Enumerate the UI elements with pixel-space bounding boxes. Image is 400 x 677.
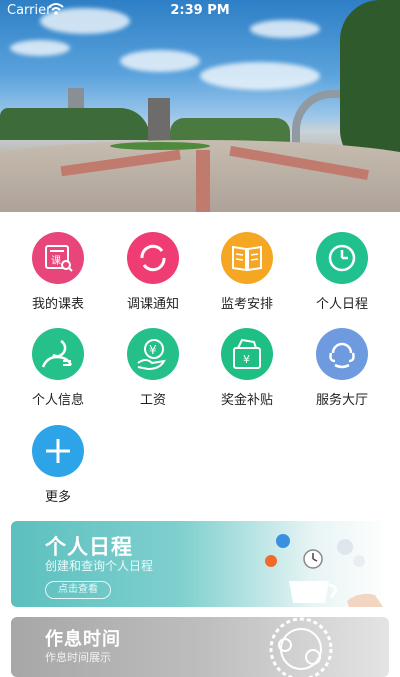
menu-item-salary[interactable]: ¥ 工资 bbox=[103, 328, 203, 408]
clock-time: 2:39 PM bbox=[170, 3, 230, 18]
rest-time-banner[interactable]: 作息时间 作息时间展示 bbox=[11, 617, 389, 677]
menu-item-personal-schedule[interactable]: 个人日程 bbox=[292, 232, 392, 312]
menu-item-label: 我的课表 bbox=[31, 297, 84, 312]
gears-illustration-icon bbox=[269, 617, 333, 677]
menu-item-label: 奖金补贴 bbox=[220, 393, 273, 408]
profile-icon bbox=[32, 328, 84, 380]
menu-item-label: 监考安排 bbox=[220, 297, 273, 312]
clock-icon bbox=[316, 232, 368, 284]
banner-title: 作息时间 bbox=[45, 629, 121, 650]
refresh-icon bbox=[127, 232, 179, 284]
menu-item-label: 个人信息 bbox=[31, 393, 84, 408]
menu-item-label: 工资 bbox=[139, 393, 166, 408]
plus-icon bbox=[32, 425, 84, 477]
banner-subtitle: 创建和查询个人日程 bbox=[45, 559, 154, 573]
salary-icon: ¥ bbox=[127, 328, 179, 380]
svg-text:课: 课 bbox=[51, 255, 61, 267]
coffee-cup-illustration-icon bbox=[265, 534, 383, 607]
book-icon bbox=[221, 232, 273, 284]
menu-item-invigilation[interactable]: 监考安排 bbox=[197, 232, 297, 312]
menu-item-personal-info[interactable]: 个人信息 bbox=[8, 328, 108, 408]
campus-banner-image bbox=[0, 0, 400, 212]
menu-item-label: 个人日程 bbox=[315, 297, 368, 312]
banner-subtitle: 作息时间展示 bbox=[45, 651, 111, 664]
menu-item-reschedule[interactable]: 调课通知 bbox=[103, 232, 203, 312]
menu-item-timetable[interactable]: 课 我的课表 bbox=[8, 232, 108, 312]
status-bar: Carrier 2:39 PM bbox=[0, 0, 400, 20]
svg-text:¥: ¥ bbox=[149, 343, 157, 357]
bonus-icon: ¥ bbox=[221, 328, 273, 380]
menu-item-more[interactable]: 更多 bbox=[8, 425, 108, 505]
svg-text:¥: ¥ bbox=[243, 353, 250, 366]
menu-item-bonus[interactable]: ¥ 奖金补贴 bbox=[197, 328, 297, 408]
menu-item-label: 调课通知 bbox=[126, 297, 179, 312]
timetable-icon: 课 bbox=[32, 232, 84, 284]
service-icon bbox=[316, 328, 368, 380]
menu-item-service-hall[interactable]: 服务大厅 bbox=[292, 328, 392, 408]
menu-item-label: 更多 bbox=[44, 490, 71, 505]
menu-item-label: 服务大厅 bbox=[315, 393, 368, 408]
view-button[interactable]: 点击查看 bbox=[45, 581, 111, 599]
personal-schedule-banner[interactable]: 个人日程 创建和查询个人日程 点击查看 bbox=[11, 521, 389, 607]
